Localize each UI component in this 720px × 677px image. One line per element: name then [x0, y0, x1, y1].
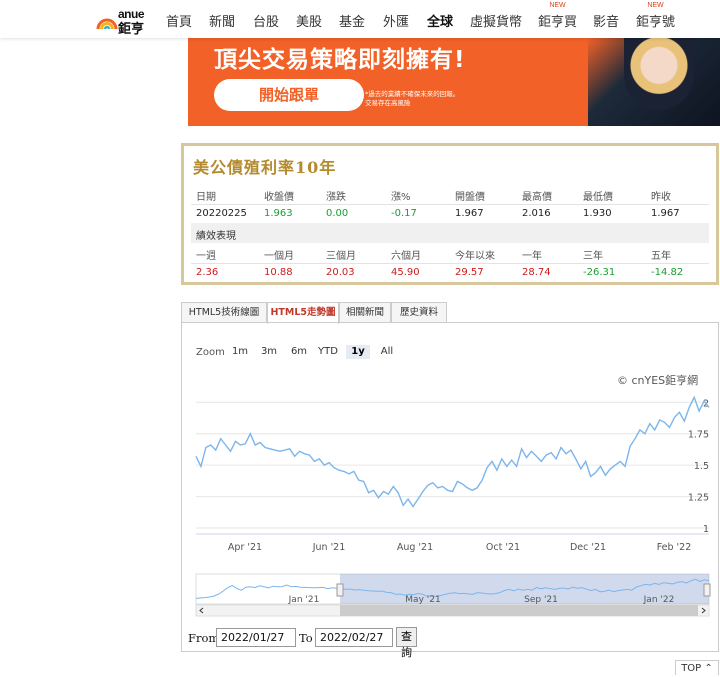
nav-item-label: 影音	[593, 15, 620, 30]
x-tick-label: Jun '21	[312, 542, 346, 553]
nav-item[interactable]: 鉅亨買 NEW	[538, 2, 578, 30]
nav-item[interactable]: 首頁	[166, 11, 192, 30]
nav-item-label: 新聞	[209, 15, 236, 30]
y-tick-label: 1.25	[688, 493, 709, 504]
nav-item-label: 鉅亨買	[538, 15, 578, 30]
new-badge: NEW	[647, 2, 664, 9]
chevron-up-icon: ⌃	[704, 663, 713, 674]
navigator-label: Jan '21	[288, 595, 320, 605]
nav-item-label: 美股	[296, 15, 323, 30]
nav-item[interactable]: 外匯	[383, 11, 409, 30]
query-button[interactable]: 查詢	[396, 627, 417, 659]
nav-item[interactable]: 美股	[296, 11, 322, 30]
nav-item-label: 鉅亨號	[636, 15, 676, 30]
from-label: From	[188, 631, 220, 645]
y-tick-label: 1.75	[688, 430, 709, 441]
top-label: TOP	[681, 663, 702, 674]
to-date-input[interactable]	[315, 628, 393, 647]
nav-item[interactable]: 台股	[253, 11, 279, 30]
y-tick-label: 1	[703, 524, 709, 535]
x-tick-label: Dec '21	[570, 542, 606, 553]
nav-item[interactable]: 鉅亨號 NEW	[636, 2, 676, 30]
nav-item-label: 虛擬貨幣	[470, 15, 523, 30]
rainbow-logo-icon	[96, 18, 118, 30]
navigator-label: Jan '22	[643, 595, 675, 605]
x-tick-label: Aug '21	[397, 542, 433, 553]
price-chart: 11.251.51.752Apr '21 Jun '21 Aug '21 Oct '2…	[195, 395, 711, 617]
anue-logo[interactable]: anue 鉅亨	[96, 4, 152, 37]
logo-text-cn: 鉅亨	[118, 22, 145, 37]
nav-item[interactable]: 虛擬貨幣	[470, 11, 522, 30]
x-tick-label: Oct '21	[486, 542, 520, 553]
nav-item[interactable]: 新聞	[209, 11, 235, 30]
from-date-input[interactable]	[216, 628, 296, 647]
new-badge: NEW	[549, 2, 566, 9]
nav-item-label: 首頁	[166, 15, 193, 30]
price-line-series	[195, 395, 710, 508]
back-to-top-button[interactable]: TOP ⌃	[675, 660, 719, 675]
top-navbar: anue 鉅亨 首頁 新聞 台股 美股 基金 外匯 全球 虛擬貨幣 鉅亨買 NEW 影音 鉅亨號 NEW	[0, 0, 720, 38]
x-tick-label: Apr '21	[228, 542, 262, 553]
navigator-label: Sep '21	[524, 595, 558, 605]
nav-item[interactable]: 影音	[593, 11, 619, 30]
nav-item-label: 外匯	[383, 15, 410, 30]
navigator-right-handle[interactable]	[703, 583, 711, 597]
x-tick-label: Feb '22	[657, 542, 692, 553]
nav-item[interactable]: 基金	[339, 11, 365, 30]
navigator-left-handle[interactable]	[336, 583, 344, 597]
navigator-label: May '21	[405, 595, 440, 605]
scrollbar-thumb[interactable]	[340, 605, 698, 616]
to-label: To	[299, 631, 313, 645]
nav-item[interactable]: 全球	[427, 11, 453, 30]
nav-item-label: 基金	[339, 15, 366, 30]
y-tick-label: 1.5	[694, 461, 709, 472]
nav-item-label: 台股	[253, 15, 280, 30]
nav-item-label: 全球	[427, 15, 454, 30]
